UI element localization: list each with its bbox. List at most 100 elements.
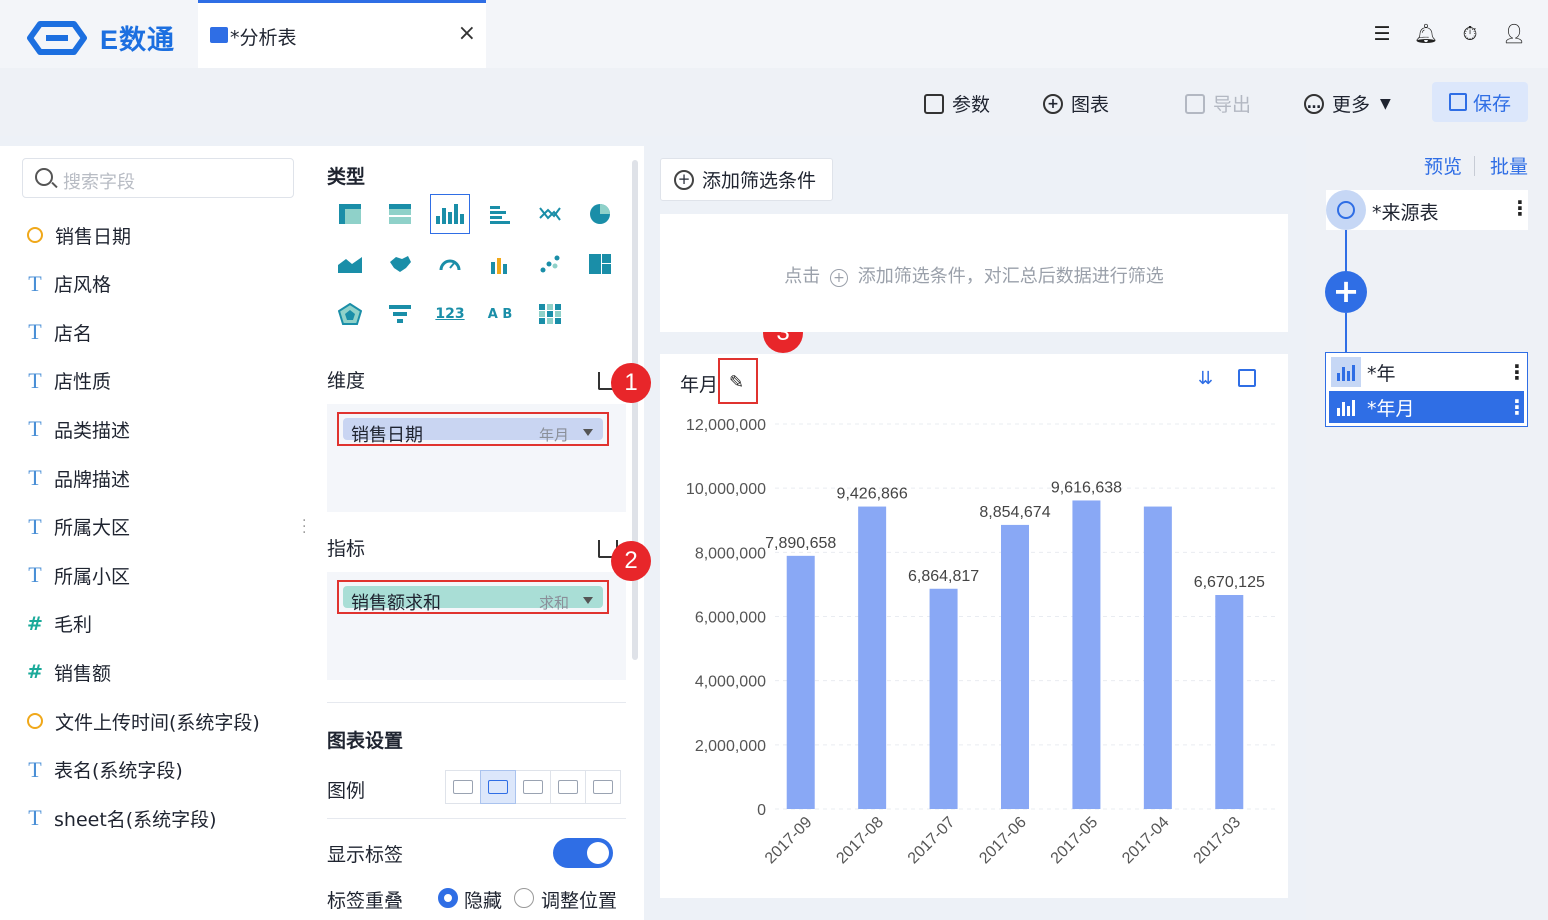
field-item[interactable]: Tsheet名(系统字段): [24, 803, 217, 833]
field-label: 品类描述: [54, 419, 131, 442]
y-tick-label: 10,000,000: [686, 481, 766, 498]
bar-chart-icon[interactable]: [430, 194, 470, 234]
gauge-icon[interactable]: [430, 244, 470, 284]
field-item[interactable]: T 店风格: [24, 269, 111, 299]
field-panel: 搜索字段 销售日期 T 店风格 T 店名 T 店性质 T 品类描述 T 品牌描述 T 所属大区 T 所属小区…: [0, 146, 314, 920]
field-item[interactable]: T 品类描述: [24, 414, 130, 444]
task-list-icon[interactable]: ☰: [1370, 22, 1394, 46]
heatmap-icon[interactable]: [530, 294, 570, 334]
export-label: 导出: [1213, 94, 1252, 116]
line-chart-icon[interactable]: [530, 194, 570, 234]
kebab-menu-icon[interactable]: ⋮: [1507, 397, 1527, 417]
cross-table-icon[interactable]: [330, 194, 370, 234]
legend-left-button[interactable]: [515, 770, 551, 804]
legend-none-button[interactable]: [445, 770, 481, 804]
bar[interactable]: [786, 555, 815, 809]
detail-table-icon[interactable]: [380, 194, 420, 234]
area-chart-icon[interactable]: [330, 244, 370, 284]
field-label: sheet名(系统字段): [54, 808, 217, 831]
search-input[interactable]: 搜索字段: [22, 158, 294, 198]
chart-panel: 年月 ✎ ⇊ 12,000,000 10,000,000 8,000,000 6,00…: [660, 354, 1288, 898]
field-item[interactable]: T 店名: [24, 317, 92, 347]
word-cloud-icon[interactable]: A B: [480, 294, 520, 334]
data-label: 8,854,674: [979, 504, 1050, 521]
field-item[interactable]: T 店性质: [24, 366, 111, 396]
caret-down-icon[interactable]: [583, 597, 593, 604]
plus-circle-icon[interactable]: +: [830, 269, 848, 287]
add-node-button[interactable]: +: [1325, 271, 1367, 313]
chart-tab-icon: [210, 27, 228, 43]
text-type-icon: T: [28, 416, 42, 442]
field-item[interactable]: T 品牌描述: [24, 463, 130, 493]
overlap-adjust-label: 调整位置: [541, 890, 618, 912]
legend-right-button[interactable]: [480, 770, 516, 804]
word-cloud-text: A B: [487, 306, 513, 322]
bar[interactable]: [1215, 595, 1244, 809]
field-item[interactable]: 文件上传时间(系统字段): [24, 706, 260, 736]
params-button[interactable]: 参数: [924, 90, 990, 117]
overlap-hide-radio[interactable]: [438, 888, 458, 908]
preview-link[interactable]: 预览: [1424, 152, 1462, 179]
measure-field-label: 销售额求和: [351, 593, 441, 614]
measure-drop-zone[interactable]: 销售额求和 求和: [327, 572, 626, 680]
edit-icon[interactable]: ✎: [729, 372, 744, 393]
legend-bottom-button[interactable]: [585, 770, 621, 804]
bar[interactable]: [858, 506, 887, 809]
horizontal-bar-icon[interactable]: [480, 194, 520, 234]
bar[interactable]: [1143, 506, 1172, 809]
expand-icon[interactable]: [1238, 369, 1256, 387]
field-item[interactable]: # 毛利: [24, 609, 92, 639]
scatter-icon[interactable]: [530, 244, 570, 284]
field-label: 店风格: [54, 274, 112, 297]
data-label: 9,616,638: [1051, 479, 1122, 496]
measure-aggregation: 求和: [538, 594, 569, 612]
config-scrollbar[interactable]: [632, 160, 638, 660]
field-item[interactable]: 销售日期: [24, 220, 131, 250]
show-label-toggle[interactable]: [553, 838, 613, 868]
pie-chart-icon[interactable]: [580, 194, 620, 234]
search-placeholder: 搜索字段: [63, 172, 135, 193]
source-node[interactable]: *来源表 ⋮: [1326, 190, 1530, 230]
annotation-badge-1: 1: [611, 363, 651, 403]
measure-pill[interactable]: 销售额求和 求和: [337, 580, 609, 614]
treemap-icon[interactable]: [580, 244, 620, 284]
number-card-icon[interactable]: 123: [430, 294, 470, 334]
stacked-bar-icon[interactable]: [480, 244, 520, 284]
resize-handle[interactable]: · · ·: [302, 514, 306, 540]
bar[interactable]: [1072, 500, 1101, 809]
user-icon[interactable]: 👤︎: [1502, 22, 1526, 46]
chart-node-year[interactable]: *年 ⋮: [1329, 356, 1527, 388]
chart-node-yearmonth[interactable]: *年月 ⋮: [1329, 391, 1527, 423]
kebab-menu-icon[interactable]: ⋮: [1510, 198, 1530, 218]
map-icon[interactable]: [380, 244, 420, 284]
data-label: 6,670,125: [1194, 574, 1265, 591]
more-button[interactable]: … 更多 ▼: [1304, 90, 1391, 117]
kebab-menu-icon[interactable]: ⋮: [1507, 362, 1527, 382]
dimension-pill[interactable]: 销售日期 年月: [337, 412, 609, 446]
field-item[interactable]: T 所属小区: [24, 560, 130, 590]
close-icon[interactable]: ×: [458, 21, 476, 46]
timer-icon[interactable]: ⏱︎: [1458, 22, 1482, 46]
bar[interactable]: [929, 588, 958, 809]
field-item[interactable]: T 所属大区: [24, 512, 130, 542]
add-chart-button[interactable]: + 图表: [1043, 90, 1109, 117]
caret-down-icon: ▼: [1380, 95, 1391, 112]
batch-link[interactable]: 批量: [1490, 152, 1528, 179]
bar[interactable]: [1001, 524, 1029, 809]
funnel-icon[interactable]: [380, 294, 420, 334]
text-type-icon: T: [28, 805, 42, 831]
legend-top-button[interactable]: [550, 770, 586, 804]
overlap-adjust-radio[interactable]: [514, 888, 534, 908]
add-filter-button[interactable]: + 添加筛选条件: [660, 158, 833, 201]
bell-icon[interactable]: 🔔︎: [1414, 22, 1438, 46]
save-button[interactable]: 保存: [1432, 82, 1528, 122]
dimension-drop-zone[interactable]: 销售日期 年月: [327, 404, 626, 512]
caret-down-icon[interactable]: [583, 429, 593, 436]
sort-icon[interactable]: ⇊: [1198, 368, 1213, 389]
text-type-icon: T: [28, 513, 42, 539]
field-item[interactable]: # 销售额: [24, 657, 111, 687]
export-button[interactable]: 导出: [1185, 90, 1251, 117]
field-item[interactable]: T 表名(系统字段): [24, 755, 183, 785]
radar-icon[interactable]: [330, 294, 370, 334]
tab-analysis[interactable]: *分析表 ×: [198, 0, 486, 68]
